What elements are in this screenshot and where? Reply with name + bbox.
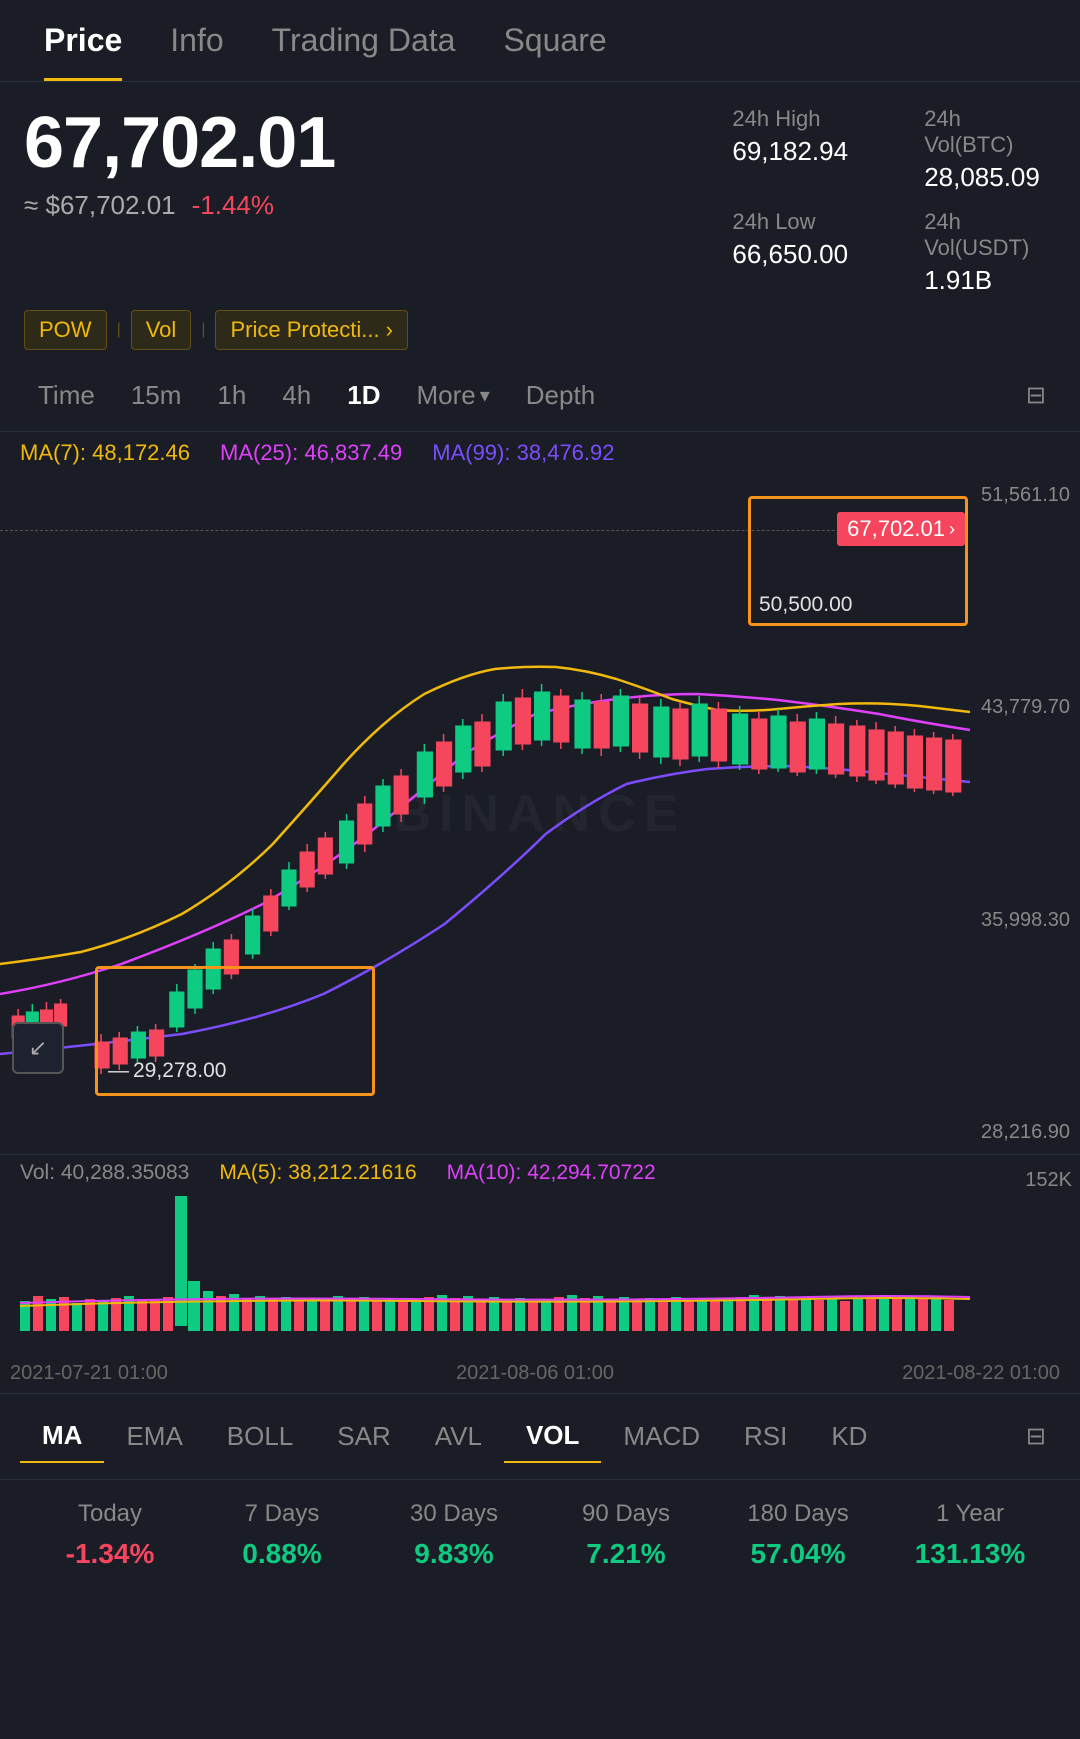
price-labels: 51,561.10 43,779.70 35,998.30 28,216.90 (970, 474, 1080, 1154)
time-bar: Time 15m 1h 4h 1D More ▾ Depth ⊟ (0, 360, 1080, 432)
vol-btc-value: 28,085.09 (924, 162, 1056, 193)
vol-btc-label: 24h Vol(BTC) (924, 106, 1056, 158)
tag-vol[interactable]: Vol (131, 310, 192, 350)
perf-header-today: Today (24, 1500, 196, 1528)
ind-tab-rsi[interactable]: RSI (722, 1411, 809, 1462)
date-label-3: 2021-08-22 01:00 (902, 1362, 1060, 1385)
expand-chart-icon[interactable]: ↙ (12, 1022, 64, 1074)
ind-tab-avl[interactable]: AVL (413, 1411, 504, 1462)
chart-settings-icon[interactable]: ⊟ (1012, 371, 1060, 420)
price-header: 67,702.01 ≈ $67,702.01 -1.44% 24h High 6… (0, 82, 1080, 360)
tab-trading-data[interactable]: Trading Data (248, 0, 480, 81)
selection-box-lower: 29,278.00 (95, 966, 375, 1096)
perf-header-1y: 1 Year (884, 1500, 1056, 1528)
ind-tab-kd[interactable]: KD (809, 1411, 889, 1462)
low-label: 24h Low (732, 209, 864, 235)
high-value: 69,182.94 (732, 136, 864, 167)
ma-indicators-row: MA(7): 48,172.46 MA(25): 46,837.49 MA(99… (0, 432, 1080, 474)
vol-usdt-label: 24h Vol(USDT) (924, 209, 1056, 261)
time-item-1h[interactable]: 1h (199, 370, 264, 421)
tags-row: POW | Vol | Price Protecti... › (24, 310, 1056, 350)
time-item-more[interactable]: More ▾ (398, 370, 507, 421)
perf-value-30d: 9.83% (368, 1538, 540, 1570)
tab-price[interactable]: Price (20, 0, 146, 81)
volume-area: Vol: 40,288.35083 MA(5): 38,212.21616 MA… (0, 1154, 1080, 1354)
indicator-tabs: MA EMA BOLL SAR AVL VOL MACD RSI KD ⊟ (0, 1393, 1080, 1480)
ind-tab-ema[interactable]: EMA (104, 1411, 204, 1462)
performance-table: Today -1.34% 7 Days 0.88% 30 Days 9.83% … (0, 1480, 1080, 1590)
date-label-1: 2021-07-21 01:00 (10, 1362, 168, 1385)
perf-value-90d: 7.21% (540, 1538, 712, 1570)
time-item-depth[interactable]: Depth (508, 370, 613, 421)
perf-value-7d: 0.88% (196, 1538, 368, 1570)
tag-pow[interactable]: POW (24, 310, 107, 350)
price-level-2: 43,779.70 (970, 696, 1080, 719)
low-value: 66,650.00 (732, 239, 864, 270)
top-nav: Price Info Trading Data Square (0, 0, 1080, 82)
tab-square[interactable]: Square (479, 0, 630, 81)
volume-chart (0, 1191, 970, 1346)
perf-headers-row: Today -1.34% 7 Days 0.88% 30 Days 9.83% … (24, 1500, 1056, 1570)
perf-value-today: -1.34% (24, 1538, 196, 1570)
vol-label: Vol: 40,288.35083 (20, 1161, 189, 1185)
price-level-1: 51,561.10 (970, 484, 1080, 507)
main-price: 67,702.01 (24, 102, 335, 184)
ind-tab-macd[interactable]: MACD (601, 1411, 722, 1462)
perf-header-90d: 90 Days (540, 1500, 712, 1528)
time-item-15m[interactable]: 15m (113, 370, 200, 421)
perf-header-7d: 7 Days (196, 1500, 368, 1528)
indicator-settings-icon[interactable]: ⊟ (1012, 1412, 1060, 1461)
perf-value-1y: 131.13% (884, 1538, 1056, 1570)
price-level-3: 35,998.30 (970, 909, 1080, 932)
ind-tab-boll[interactable]: BOLL (205, 1411, 316, 1462)
high-label: 24h High (732, 106, 864, 132)
perf-header-180d: 180 Days (712, 1500, 884, 1528)
ma7-indicator: MA(7): 48,172.46 (20, 440, 190, 466)
price-level-4: 28,216.90 (970, 1121, 1080, 1144)
selection-lower-label: 29,278.00 (108, 1059, 226, 1083)
vol-usdt-value: 1.91B (924, 265, 1056, 296)
vol-ma10: MA(10): 42,294.70722 (447, 1161, 656, 1185)
date-label-2: 2021-08-06 01:00 (456, 1362, 614, 1385)
tag-price-protect[interactable]: Price Protecti... › (215, 310, 407, 350)
price-change: -1.44% (192, 190, 274, 221)
perf-header-30d: 30 Days (368, 1500, 540, 1528)
vol-ma-row: Vol: 40,288.35083 MA(5): 38,212.21616 MA… (0, 1155, 1080, 1191)
x-axis: 2021-07-21 01:00 2021-08-06 01:00 2021-0… (0, 1354, 1080, 1393)
time-item-time[interactable]: Time (20, 370, 113, 421)
time-item-1d[interactable]: 1D (329, 370, 398, 421)
ma99-indicator: MA(99): 38,476.92 (432, 440, 614, 466)
ind-tab-sar[interactable]: SAR (315, 1411, 412, 1462)
price-arrow-icon: › (949, 519, 955, 540)
current-price-box: 67,702.01 › (837, 512, 965, 546)
ind-tab-ma[interactable]: MA (20, 1410, 104, 1463)
tab-info[interactable]: Info (146, 0, 247, 81)
ind-tab-vol[interactable]: VOL (504, 1410, 601, 1463)
ma25-indicator: MA(25): 46,837.49 (220, 440, 402, 466)
vol-max-label: 152K (1025, 1169, 1072, 1192)
price-usd: ≈ $67,702.01 (24, 190, 176, 221)
selection-upper-label: 50,500.00 (759, 593, 852, 617)
time-item-4h[interactable]: 4h (264, 370, 329, 421)
chart-area[interactable]: BINANCE 51,561.10 43,779.70 35,998.30 28… (0, 474, 1080, 1154)
perf-value-180d: 57.04% (712, 1538, 884, 1570)
vol-ma5: MA(5): 38,212.21616 (219, 1161, 416, 1185)
